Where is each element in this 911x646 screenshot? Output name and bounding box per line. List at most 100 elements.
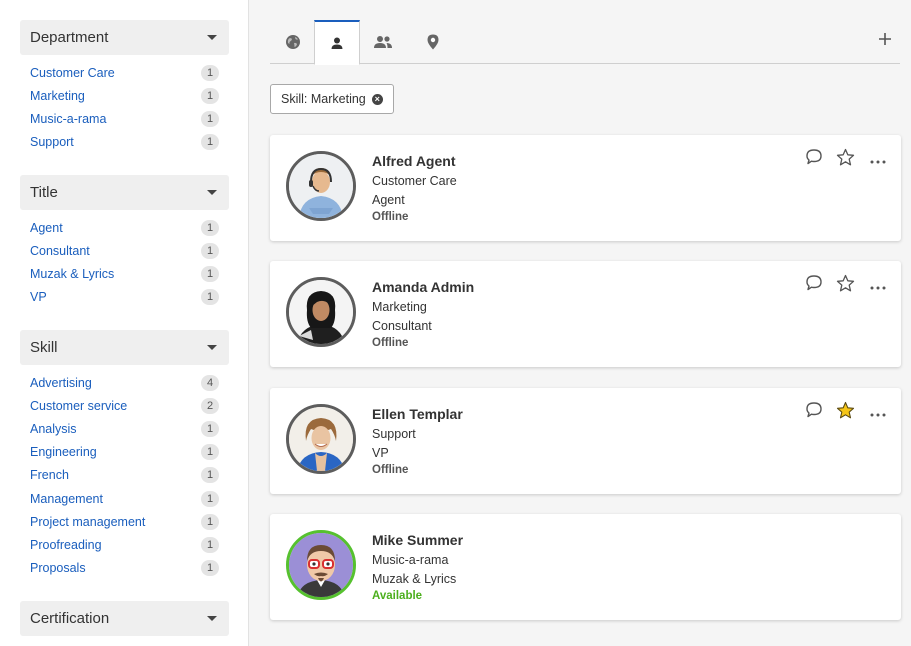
- facet-item[interactable]: Customer Care 1: [30, 61, 219, 84]
- person-info: Amanda Admin Marketing Consultant Offlin…: [372, 279, 474, 351]
- facet-item-label[interactable]: Analysis: [30, 422, 77, 436]
- facet-item[interactable]: Project management 1: [30, 510, 219, 533]
- facet-list-title: Agent 1 Consultant 1 Muzak & Lyrics 1 VP 1: [30, 216, 219, 309]
- person-title: VP: [372, 445, 389, 460]
- person-name[interactable]: Alfred Agent: [372, 153, 457, 172]
- chat-bubble-icon: [805, 274, 823, 297]
- facet-item-label[interactable]: Marketing: [30, 89, 85, 103]
- facet-item[interactable]: Consultant 1: [30, 239, 219, 262]
- person-card[interactable]: Ellen Templar Support VP Offline: [270, 388, 901, 494]
- facet-item-label[interactable]: Project management: [30, 515, 145, 529]
- facet-item-label[interactable]: Management: [30, 492, 103, 506]
- count-badge: 1: [201, 242, 219, 259]
- facet-title: Department: [30, 29, 109, 46]
- facet-item[interactable]: French 1: [30, 464, 219, 487]
- person-status: Offline: [372, 337, 409, 349]
- person-card[interactable]: Amanda Admin Marketing Consultant Offlin…: [270, 261, 901, 367]
- person-title: Muzak & Lyrics: [372, 571, 457, 586]
- facet-item[interactable]: Marketing 1: [30, 84, 219, 107]
- facet-item[interactable]: Management 1: [30, 487, 219, 510]
- person-title: Consultant: [372, 318, 432, 333]
- person-department: Music-a-rama: [372, 553, 449, 567]
- facet-item-label[interactable]: Customer service: [30, 399, 127, 413]
- star-icon: [836, 274, 855, 298]
- facet-item-label[interactable]: Proposals: [30, 561, 86, 575]
- count-badge: 1: [201, 134, 219, 151]
- people-icon: [373, 35, 393, 49]
- person-card[interactable]: Mike Summer Music-a-rama Muzak & Lyrics …: [270, 514, 901, 620]
- facet-item-label[interactable]: Engineering: [30, 445, 97, 459]
- facet-item[interactable]: Agent 1: [30, 216, 219, 239]
- facet-item-label[interactable]: Music-a-rama: [30, 112, 106, 126]
- facet-item[interactable]: Advertising 4: [30, 371, 219, 394]
- tab-location[interactable]: [410, 20, 456, 64]
- facet-title: Certification: [30, 610, 110, 627]
- card-actions: [804, 274, 887, 298]
- avatar: [286, 277, 356, 347]
- facet-header-certification[interactable]: Certification: [20, 601, 229, 636]
- person-department: Customer Care: [372, 174, 457, 188]
- person-name[interactable]: Mike Summer: [372, 532, 463, 551]
- facet-item[interactable]: Music-a-rama 1: [30, 107, 219, 130]
- facet-item-label[interactable]: Advertising: [30, 376, 92, 390]
- close-circle-icon[interactable]: ×: [371, 93, 383, 105]
- chat-button[interactable]: [804, 401, 823, 424]
- person-info: Ellen Templar Support VP Offline: [372, 406, 463, 478]
- person-name[interactable]: Amanda Admin: [372, 279, 474, 298]
- facet-item-label[interactable]: Customer Care: [30, 66, 115, 80]
- count-badge: 1: [201, 265, 219, 282]
- caret-down-icon: [207, 190, 217, 195]
- more-options-button[interactable]: [868, 403, 887, 422]
- add-tab-button[interactable]: [874, 30, 896, 52]
- tab-globe[interactable]: [270, 20, 316, 64]
- facet-item[interactable]: Customer service 2: [30, 394, 219, 417]
- favorite-button[interactable]: [836, 148, 855, 169]
- count-badge: 1: [201, 490, 219, 507]
- count-badge: 1: [201, 289, 219, 306]
- facet-item[interactable]: Support 1: [30, 131, 219, 154]
- chat-button[interactable]: [804, 148, 823, 171]
- person-status: Offline: [372, 464, 409, 476]
- chat-button[interactable]: [804, 274, 823, 297]
- more-options-button[interactable]: [868, 150, 887, 169]
- count-badge: 2: [201, 397, 219, 414]
- facet-header-department[interactable]: Department: [20, 20, 229, 55]
- facet-item-label[interactable]: VP: [30, 290, 47, 304]
- facet-title: Skill: [30, 339, 58, 356]
- facet-item-label[interactable]: Agent: [30, 221, 63, 235]
- facet-item[interactable]: Proposals 1: [30, 557, 219, 580]
- active-filter-chip[interactable]: Skill: Marketing ×: [270, 84, 394, 114]
- favorite-button[interactable]: [836, 274, 855, 298]
- more-options-button[interactable]: [868, 276, 887, 295]
- facet-item-label[interactable]: Consultant: [30, 244, 90, 258]
- favorite-button[interactable]: [836, 401, 855, 425]
- facet-header-skill[interactable]: Skill: [20, 330, 229, 365]
- facet-item-label[interactable]: Proofreading: [30, 538, 102, 552]
- filter-sidebar: Department Customer Care 1 Marketing 1 Mus…: [0, 0, 249, 646]
- ellipsis-icon: [870, 151, 886, 169]
- facet-item[interactable]: VP 1: [30, 286, 219, 309]
- count-badge: 1: [201, 560, 219, 577]
- facet-item[interactable]: Analysis 1: [30, 417, 219, 440]
- star-filled-icon: [836, 401, 855, 425]
- person-info: Mike Summer Music-a-rama Muzak & Lyrics …: [372, 532, 463, 604]
- facet-list-skill: Advertising 4 Customer service 2 Analysis 1…: [30, 371, 219, 580]
- avatar: [286, 530, 356, 600]
- person-card[interactable]: Alfred Agent Customer Care Agent Offline: [270, 135, 901, 241]
- facet-item-label[interactable]: Muzak & Lyrics: [30, 267, 114, 281]
- tab-people[interactable]: [360, 20, 406, 64]
- caret-down-icon: [207, 35, 217, 40]
- facet-item[interactable]: Proofreading 1: [30, 533, 219, 556]
- facet-item[interactable]: Muzak & Lyrics 1: [30, 262, 219, 285]
- person-icon: [330, 36, 344, 50]
- facet-item[interactable]: Engineering 1: [30, 441, 219, 464]
- person-name[interactable]: Ellen Templar: [372, 406, 463, 425]
- chat-bubble-icon: [805, 401, 823, 424]
- tab-person[interactable]: [314, 20, 360, 65]
- chat-bubble-icon: [805, 148, 823, 171]
- facet-header-title[interactable]: Title: [20, 175, 229, 210]
- person-status: Available: [372, 590, 423, 602]
- facet-item-label[interactable]: Support: [30, 135, 74, 149]
- count-badge: 1: [201, 219, 219, 236]
- facet-item-label[interactable]: French: [30, 468, 69, 482]
